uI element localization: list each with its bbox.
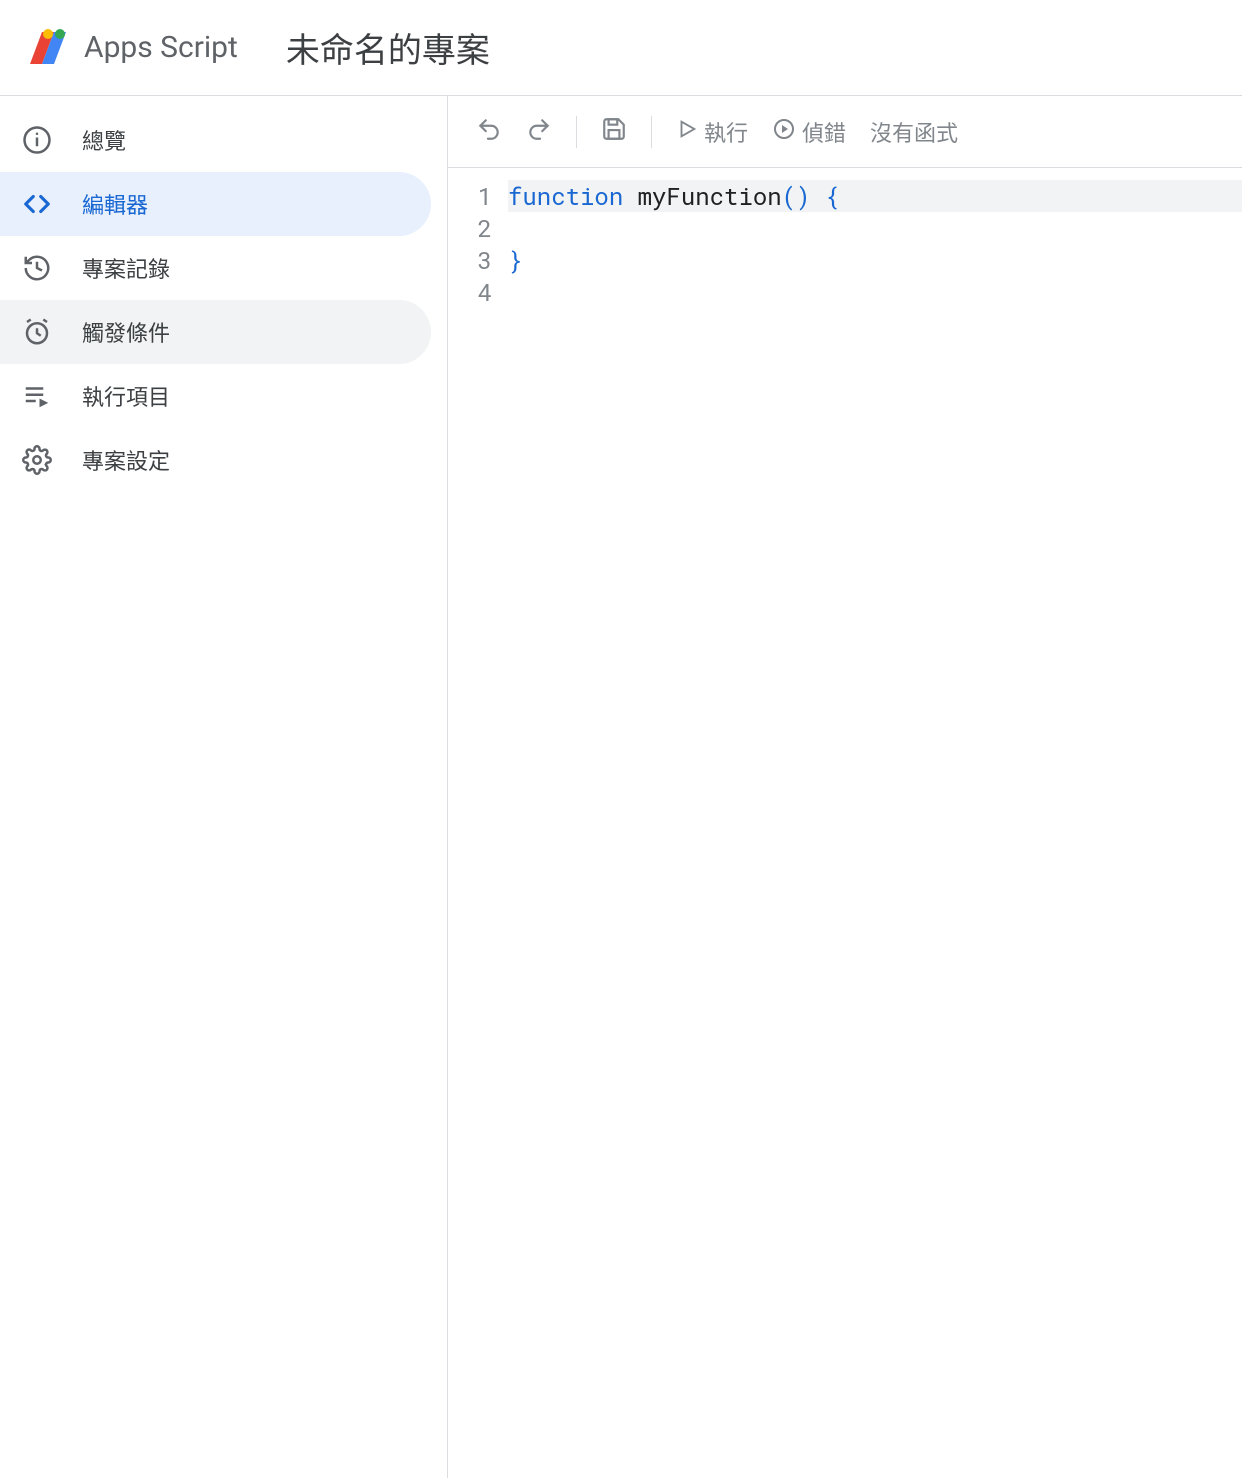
apps-script-logo-icon: [24, 24, 72, 72]
code-line[interactable]: [508, 212, 1242, 244]
brace: {: [810, 180, 839, 212]
line-number: 1: [448, 180, 492, 212]
sidebar-item-editor[interactable]: 編輯器: [0, 172, 431, 236]
undo-button[interactable]: [468, 112, 510, 152]
project-title[interactable]: 未命名的專案: [286, 23, 490, 72]
line-number: 4: [448, 276, 492, 308]
code-icon: [20, 187, 54, 221]
editor-column: 執行 偵錯 沒有函式 1 2 3 4 function myFunction()…: [448, 96, 1242, 1478]
brace: }: [508, 244, 522, 276]
function-selector[interactable]: 沒有函式: [862, 112, 966, 152]
code-content[interactable]: function myFunction() { }: [508, 180, 1242, 1478]
run-label: 執行: [704, 116, 748, 148]
undo-icon: [476, 116, 502, 148]
line-number-gutter: 1 2 3 4: [448, 180, 508, 1478]
code-line[interactable]: }: [508, 244, 1242, 276]
sidebar-item-settings[interactable]: 專案設定: [0, 428, 431, 492]
gear-icon: [20, 443, 54, 477]
sidebar: 總覽 編輯器 專案記錄 觸發條件 執行項目: [0, 96, 448, 1478]
sidebar-item-label: 編輯器: [82, 188, 148, 220]
run-button[interactable]: 執行: [668, 112, 756, 152]
sidebar-item-executions[interactable]: 執行項目: [0, 364, 431, 428]
redo-icon: [526, 116, 552, 148]
sidebar-item-triggers[interactable]: 觸發條件: [0, 300, 431, 364]
save-icon: [601, 116, 627, 148]
app-header: Apps Script 未命名的專案: [0, 0, 1242, 96]
history-icon: [20, 251, 54, 285]
sidebar-item-label: 總覽: [82, 124, 126, 156]
code-line[interactable]: [508, 276, 1242, 308]
main-body: 總覽 編輯器 專案記錄 觸發條件 執行項目: [0, 96, 1242, 1478]
sidebar-item-overview[interactable]: 總覽: [0, 108, 431, 172]
line-number: 3: [448, 244, 492, 276]
paren: (): [782, 180, 811, 212]
sidebar-item-label: 專案設定: [82, 444, 170, 476]
keyword: function: [508, 180, 623, 212]
line-number: 2: [448, 212, 492, 244]
sidebar-item-label: 觸發條件: [82, 316, 170, 348]
sidebar-item-history[interactable]: 專案記錄: [0, 236, 431, 300]
playlist-play-icon: [20, 379, 54, 413]
alarm-icon: [20, 315, 54, 349]
debug-button[interactable]: 偵錯: [764, 112, 854, 152]
info-icon: [20, 123, 54, 157]
debug-icon: [772, 117, 796, 147]
editor-toolbar: 執行 偵錯 沒有函式: [448, 96, 1242, 168]
logo-section: Apps Script: [24, 24, 238, 72]
identifier: myFunction: [623, 180, 781, 212]
sidebar-item-label: 專案記錄: [82, 252, 170, 284]
product-name: Apps Script: [84, 30, 238, 65]
code-editor[interactable]: 1 2 3 4 function myFunction() { }: [448, 168, 1242, 1478]
sidebar-item-label: 執行項目: [82, 380, 170, 412]
save-button[interactable]: [593, 112, 635, 152]
toolbar-separator: [651, 116, 652, 148]
play-icon: [676, 118, 698, 146]
toolbar-separator: [576, 116, 577, 148]
debug-label: 偵錯: [802, 116, 846, 148]
code-line[interactable]: function myFunction() {: [508, 180, 1242, 212]
function-selector-label: 沒有函式: [870, 116, 958, 148]
redo-button[interactable]: [518, 112, 560, 152]
